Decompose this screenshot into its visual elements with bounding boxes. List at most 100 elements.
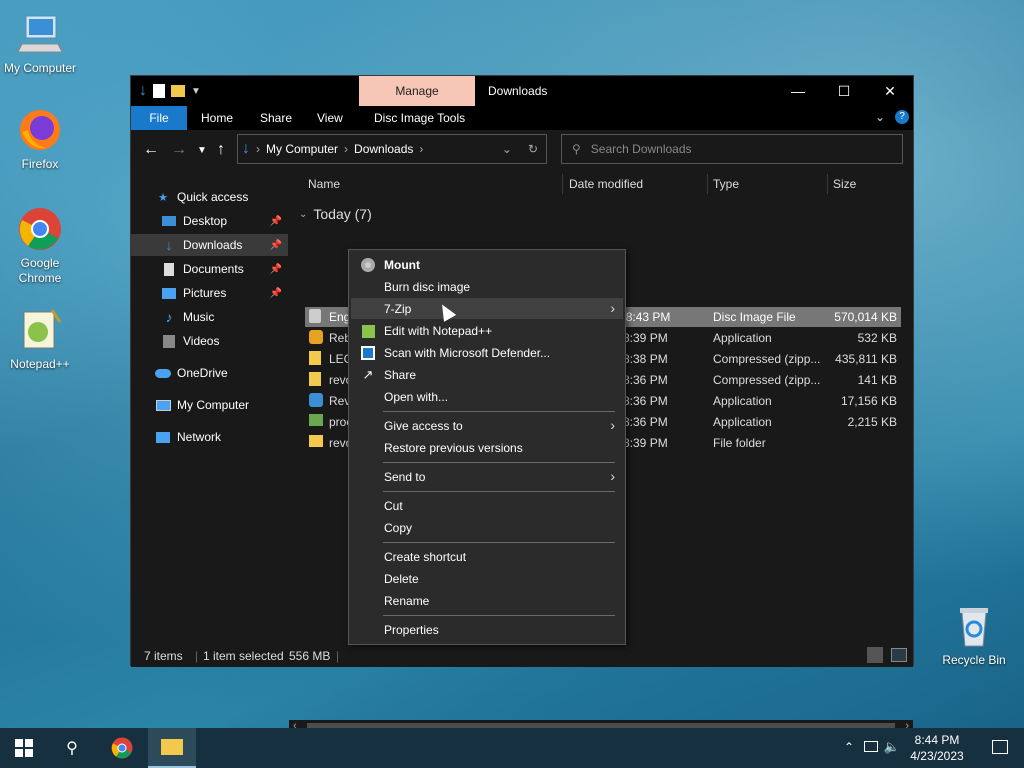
tab-home[interactable]: Home bbox=[191, 106, 243, 130]
tab-file[interactable]: File bbox=[131, 106, 187, 130]
desktop-icon-notepadpp[interactable]: Notepad++ bbox=[0, 306, 80, 372]
column-type[interactable]: Type bbox=[713, 172, 739, 196]
chrome-icon bbox=[111, 737, 133, 759]
zip-folder-icon bbox=[309, 372, 321, 386]
chevron-down-icon[interactable]: ⌄ bbox=[875, 110, 885, 124]
nav-videos[interactable]: Videos bbox=[131, 330, 288, 352]
nav-desktop[interactable]: Desktop 📌 bbox=[131, 210, 288, 232]
nav-my-computer[interactable]: My Computer bbox=[131, 394, 288, 416]
menu-item-rename[interactable]: Rename bbox=[351, 590, 623, 611]
nav-label: Videos bbox=[183, 334, 220, 348]
back-arrow-icon[interactable]: ← bbox=[143, 141, 159, 159]
address-dropdown-icon[interactable]: ⌄ bbox=[502, 142, 512, 156]
menu-label: Open with... bbox=[384, 389, 449, 404]
search-box[interactable]: ⚲ Search Downloads bbox=[561, 134, 903, 164]
navigation-pane: ★ Quick access Desktop 📌 ↓ Downloads 📌 D… bbox=[131, 172, 288, 638]
menu-item-send-to[interactable]: Send to › bbox=[351, 466, 623, 487]
menu-label: Share bbox=[384, 367, 417, 382]
file-type: Application bbox=[713, 394, 772, 408]
nav-pictures[interactable]: Pictures 📌 bbox=[131, 282, 288, 304]
properties-icon[interactable] bbox=[153, 84, 165, 98]
desktop-icon-firefox[interactable]: Firefox bbox=[0, 106, 80, 172]
menu-item-burn[interactable]: Burn disc image bbox=[351, 276, 623, 297]
search-button[interactable]: ⚲ bbox=[48, 728, 96, 768]
pin-icon[interactable]: 📌 bbox=[270, 288, 282, 299]
tab-share[interactable]: Share bbox=[250, 106, 302, 130]
taskbar-file-explorer[interactable] bbox=[148, 728, 196, 768]
menu-item-notepad[interactable]: Edit with Notepad++ bbox=[351, 320, 623, 341]
menu-item-delete[interactable]: Delete bbox=[351, 568, 623, 589]
music-icon: ♪ bbox=[165, 309, 173, 325]
breadcrumb-my-computer[interactable]: My Computer bbox=[266, 142, 338, 156]
column-divider[interactable] bbox=[707, 174, 708, 194]
chevron-right-icon: › bbox=[419, 142, 424, 156]
desktop-icon-chrome[interactable]: Google Chrome bbox=[0, 205, 80, 286]
maximize-button[interactable]: ☐ bbox=[821, 76, 867, 106]
nav-label: Pictures bbox=[183, 286, 227, 300]
pin-icon[interactable]: 📌 bbox=[270, 264, 282, 275]
nav-music[interactable]: ♪ Music bbox=[131, 306, 288, 328]
recent-locations-icon[interactable]: ▼ bbox=[197, 145, 207, 156]
menu-item-properties[interactable]: Properties bbox=[351, 619, 623, 640]
pin-icon[interactable]: 📌 bbox=[270, 216, 282, 227]
notifications-icon[interactable] bbox=[992, 740, 1008, 754]
column-size[interactable]: Size bbox=[833, 172, 856, 196]
refresh-icon[interactable]: ↻ bbox=[528, 142, 538, 156]
minimize-button[interactable]: — bbox=[775, 76, 821, 106]
menu-item-cut[interactable]: Cut bbox=[351, 495, 623, 516]
nav-documents[interactable]: Documents 📌 bbox=[131, 258, 288, 280]
close-button[interactable]: ✕ bbox=[867, 76, 913, 106]
manage-tab[interactable]: Manage bbox=[359, 76, 475, 106]
volume-icon[interactable]: 🔈 bbox=[884, 739, 900, 755]
zip-folder-icon bbox=[309, 351, 321, 365]
file-size: 141 KB bbox=[857, 373, 897, 387]
menu-item-share[interactable]: ↗ Share bbox=[351, 364, 623, 385]
chevron-right-icon: › bbox=[344, 142, 349, 156]
menu-item-7zip[interactable]: 7-Zip › bbox=[351, 298, 623, 319]
menu-item-open-with[interactable]: Open with... bbox=[351, 386, 623, 407]
menu-item-restore[interactable]: Restore previous versions bbox=[351, 437, 623, 458]
details-view-icon[interactable] bbox=[867, 647, 883, 663]
tab-view[interactable]: View bbox=[307, 106, 353, 130]
breadcrumb-downloads[interactable]: Downloads bbox=[354, 142, 413, 156]
group-header-today[interactable]: ⌄ Today (7) bbox=[299, 206, 372, 222]
nav-label: Music bbox=[183, 310, 215, 324]
clock[interactable]: 8:44 PM 4/23/2023 bbox=[902, 732, 972, 764]
menu-item-copy[interactable]: Copy bbox=[351, 517, 623, 538]
chevron-up-icon[interactable]: ⌃ bbox=[844, 740, 854, 754]
column-date-modified[interactable]: Date modified bbox=[569, 172, 643, 196]
nav-quick-access[interactable]: ★ Quick access bbox=[131, 186, 288, 208]
new-folder-icon[interactable] bbox=[171, 85, 185, 97]
column-divider[interactable] bbox=[827, 174, 828, 194]
customize-qat-icon[interactable]: ▼ bbox=[191, 86, 201, 97]
column-name[interactable]: Name bbox=[308, 172, 340, 196]
disc-icon bbox=[360, 257, 376, 273]
large-icons-view-icon[interactable] bbox=[891, 648, 907, 662]
chevron-down-icon: ⌄ bbox=[299, 208, 308, 220]
folder-icon bbox=[309, 435, 323, 447]
start-button[interactable] bbox=[0, 728, 48, 768]
desktop-icon-label: My Computer bbox=[3, 61, 77, 75]
menu-item-defender[interactable]: Scan with Microsoft Defender... bbox=[351, 342, 623, 363]
tab-disc-image-tools[interactable]: Disc Image Tools bbox=[364, 106, 475, 130]
forward-arrow-icon[interactable]: → bbox=[171, 141, 187, 159]
menu-label: Rename bbox=[384, 593, 430, 608]
help-icon[interactable]: ? bbox=[895, 110, 909, 124]
menu-item-give-access[interactable]: Give access to › bbox=[351, 415, 623, 436]
pin-icon[interactable]: 📌 bbox=[270, 240, 282, 251]
nav-network[interactable]: Network bbox=[131, 426, 288, 448]
menu-label: Scan with Microsoft Defender... bbox=[384, 345, 551, 360]
desktop-icon bbox=[161, 213, 177, 229]
nav-onedrive[interactable]: OneDrive bbox=[131, 362, 288, 384]
address-bar[interactable]: ↓ › My Computer › Downloads › ⌄ ↻ bbox=[237, 134, 547, 164]
menu-label: Properties bbox=[384, 622, 439, 637]
taskbar-chrome[interactable] bbox=[98, 728, 146, 768]
desktop-icon-recycle-bin[interactable]: Recycle Bin bbox=[934, 602, 1014, 668]
up-arrow-icon[interactable]: ↑ bbox=[217, 141, 225, 159]
network-icon[interactable] bbox=[864, 741, 878, 752]
desktop-icon-my-computer[interactable]: My Computer bbox=[0, 10, 80, 76]
nav-downloads[interactable]: ↓ Downloads 📌 bbox=[131, 234, 288, 256]
column-divider[interactable] bbox=[562, 174, 563, 194]
menu-item-mount[interactable]: Mount bbox=[351, 254, 623, 275]
menu-item-create-shortcut[interactable]: Create shortcut bbox=[351, 546, 623, 567]
